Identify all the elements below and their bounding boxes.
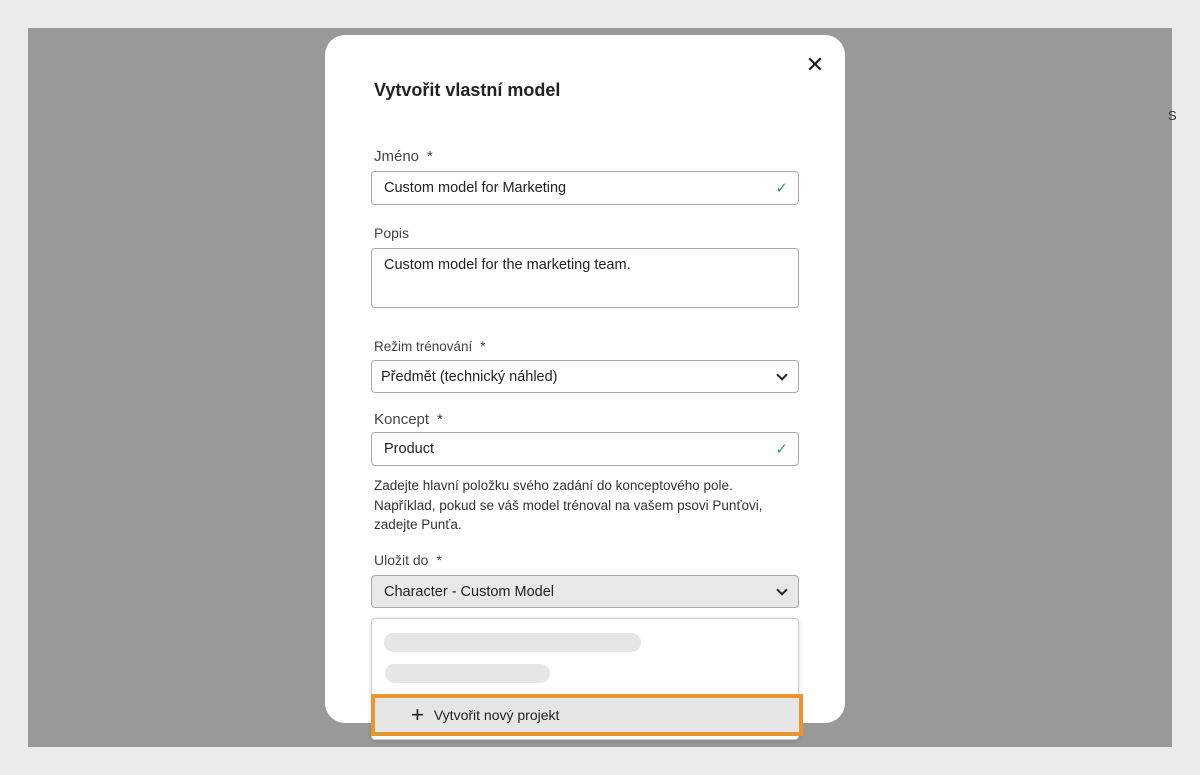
required-marker: * (437, 411, 443, 428)
required-marker: * (436, 552, 442, 568)
description-value: Custom model for the marketing team. (384, 257, 631, 273)
name-value: Custom model for Marketing (384, 180, 567, 196)
save-to-select[interactable]: Character - Custom Model (371, 575, 799, 608)
chevron-down-icon (776, 583, 788, 596)
close-icon[interactable]: ✕ (805, 54, 825, 76)
checkmark-icon: ✓ (775, 180, 788, 197)
concept-input[interactable]: Product ✓ (371, 432, 799, 466)
training-mode-label-text: Režim trénování (374, 339, 473, 354)
concept-help-text: Zadejte hlavní položku svého zadání do k… (374, 478, 763, 532)
concept-value: Product (384, 441, 434, 457)
concept-label-text: Koncept (374, 411, 430, 428)
background-text: S (1168, 108, 1177, 123)
name-label-text: Jméno (374, 148, 420, 165)
description-textarea[interactable]: Custom model for the marketing team. (371, 248, 799, 308)
save-to-value: Character - Custom Model (384, 583, 555, 600)
loading-placeholder (385, 664, 550, 683)
chevron-down-icon (776, 368, 788, 381)
description-label: Popis (374, 225, 410, 241)
required-marker: * (427, 148, 433, 165)
loading-placeholder (384, 633, 641, 652)
create-new-project-menu-item[interactable]: + Vytvořit nový projekt (371, 694, 803, 736)
required-marker: * (480, 339, 486, 354)
create-new-project-label: Vytvořit nový projekt (433, 707, 560, 723)
plus-icon: + (411, 702, 424, 727)
save-to-label: Uložit do * (374, 552, 442, 568)
concept-label: Koncept * (374, 411, 443, 428)
save-to-label-text: Uložit do (374, 552, 429, 568)
checkmark-icon: ✓ (775, 441, 788, 458)
training-mode-value: Předmět (technický náhled) (381, 368, 558, 385)
name-input[interactable]: Custom model for Marketing ✓ (371, 171, 799, 205)
name-label: Jméno * (374, 148, 433, 165)
dialog-title: Vytvořit vlastní model (374, 80, 561, 100)
training-mode-select[interactable]: Předmět (technický náhled) (371, 360, 799, 393)
training-mode-label: Režim trénování * (374, 339, 486, 354)
